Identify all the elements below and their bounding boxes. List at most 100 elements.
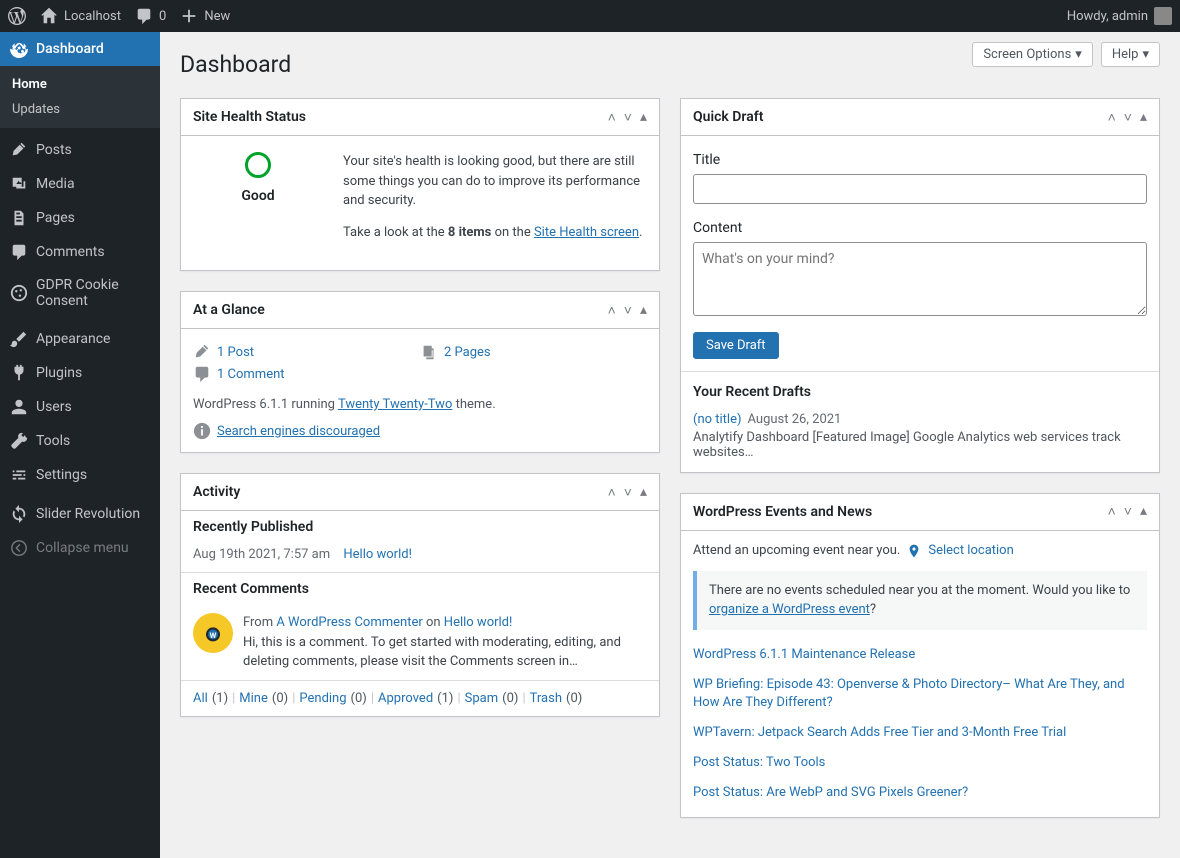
pages-link[interactable]: 2 Pages xyxy=(444,345,491,360)
move-down-icon[interactable]: ˅ xyxy=(624,302,632,319)
site-name-link[interactable]: Localhost xyxy=(40,7,121,25)
theme-link[interactable]: Twenty Twenty-Two xyxy=(338,397,452,412)
draft-title-input[interactable] xyxy=(693,174,1147,204)
admin-bar: Localhost 0 New Howdy, admin xyxy=(0,0,1180,32)
filter-mine[interactable]: Mine xyxy=(239,691,268,706)
move-up-icon[interactable]: ˄ xyxy=(608,302,616,319)
search-engines-link[interactable]: Search engines discouraged xyxy=(217,424,380,439)
sidebar-sub-updates[interactable]: Updates xyxy=(0,97,160,122)
publish-date: Aug 19th 2021, 7:57 am xyxy=(193,547,330,562)
draft-content-textarea[interactable] xyxy=(693,242,1147,316)
svg-text:W: W xyxy=(210,631,217,640)
filter-approved[interactable]: Approved xyxy=(378,691,433,706)
box-title: Activity xyxy=(193,474,240,510)
sidebar-item-dashboard[interactable]: Dashboard xyxy=(0,32,160,66)
move-up-icon[interactable]: ˄ xyxy=(1108,503,1116,520)
health-indicator: Good xyxy=(193,152,323,204)
sidebar-label: Media xyxy=(36,176,75,192)
site-health-link[interactable]: Site Health screen xyxy=(534,225,639,240)
pin-icon xyxy=(193,343,211,361)
toggle-icon[interactable]: ▴ xyxy=(640,484,647,501)
organize-event-link[interactable]: organize a WordPress event xyxy=(709,602,870,617)
new-content-link[interactable]: New xyxy=(180,7,230,25)
draft-title-link[interactable]: (no title) xyxy=(693,412,742,427)
sidebar-label: Plugins xyxy=(36,365,82,381)
howdy-account[interactable]: Howdy, admin xyxy=(1067,7,1172,25)
news-link[interactable]: Post Status: Are WebP and SVG Pixels Gre… xyxy=(693,785,968,800)
quick-draft-box: Quick Draft ˄ ˅ ▴ Title Content Save Dra… xyxy=(680,98,1160,473)
comment-filters: All (1) | Mine (0) | Pending (0) | Appro… xyxy=(181,680,659,716)
brush-icon xyxy=(10,330,28,348)
sidebar-item-comments[interactable]: Comments xyxy=(0,235,160,269)
comment-icon xyxy=(193,365,211,383)
move-up-icon[interactable]: ˄ xyxy=(608,484,616,501)
box-title: WordPress Events and News xyxy=(693,494,872,530)
sliders-icon xyxy=(10,466,28,484)
admin-sidebar: Dashboard Home Updates Posts Media Pages… xyxy=(0,32,160,858)
title-label: Title xyxy=(693,152,1147,168)
comment-icon xyxy=(135,7,153,25)
posts-link[interactable]: 1 Post xyxy=(217,345,254,360)
toggle-icon[interactable]: ▴ xyxy=(640,109,647,126)
comment-avatar: W xyxy=(193,613,233,653)
sidebar-item-appearance[interactable]: Appearance xyxy=(0,322,160,356)
move-down-icon[interactable]: ˅ xyxy=(1124,503,1132,520)
comments-link[interactable]: 1 Comment xyxy=(217,367,285,382)
sidebar-item-gdpr[interactable]: GDPR Cookie Consent xyxy=(0,269,160,317)
sidebar-label: Pages xyxy=(36,210,75,226)
toggle-icon[interactable]: ▴ xyxy=(1140,109,1147,126)
move-down-icon[interactable]: ˅ xyxy=(624,484,632,501)
draft-excerpt: Analytify Dashboard [Featured Image] Goo… xyxy=(693,430,1147,460)
sidebar-item-posts[interactable]: Posts xyxy=(0,133,160,167)
sidebar-item-users[interactable]: Users xyxy=(0,390,160,424)
comment-author-link[interactable]: A WordPress Commenter xyxy=(276,615,422,630)
avatar xyxy=(1154,7,1172,25)
select-location-link[interactable]: Select location xyxy=(928,543,1013,558)
wp-logo[interactable] xyxy=(8,7,26,25)
published-item: Aug 19th 2021, 7:57 am Hello world! xyxy=(181,543,659,572)
health-status-label: Good xyxy=(193,188,323,204)
sidebar-sub-home[interactable]: Home xyxy=(0,72,160,97)
toggle-icon[interactable]: ▴ xyxy=(640,302,647,319)
filter-pending[interactable]: Pending xyxy=(299,691,346,706)
toggle-icon[interactable]: ▴ xyxy=(1140,503,1147,520)
move-up-icon[interactable]: ˄ xyxy=(1108,109,1116,126)
move-up-icon[interactable]: ˄ xyxy=(608,109,616,126)
move-down-icon[interactable]: ˅ xyxy=(1124,109,1132,126)
sidebar-item-slider[interactable]: Slider Revolution xyxy=(0,497,160,531)
published-post-link[interactable]: Hello world! xyxy=(343,547,412,562)
caret-down-icon: ▾ xyxy=(1142,47,1149,62)
sidebar-submenu-dashboard: Home Updates xyxy=(0,66,160,128)
sidebar-item-plugins[interactable]: Plugins xyxy=(0,356,160,390)
news-list: WordPress 6.1.1 Maintenance Release WP B… xyxy=(681,640,1159,817)
news-link[interactable]: WP Briefing: Episode 43: Openverse & Pho… xyxy=(693,677,1125,710)
sidebar-item-media[interactable]: Media xyxy=(0,167,160,201)
main-content: Dashboard Screen Options ▾ Help ▾ Site H… xyxy=(160,32,1180,858)
save-draft-button[interactable]: Save Draft xyxy=(693,332,779,359)
plug-icon xyxy=(10,364,28,382)
sidebar-item-pages[interactable]: Pages xyxy=(0,201,160,235)
comment-post-link[interactable]: Hello world! xyxy=(444,615,513,630)
help-button[interactable]: Help ▾ xyxy=(1101,42,1160,67)
events-news-box: WordPress Events and News ˄ ˅ ▴ Attend a… xyxy=(680,493,1160,818)
filter-trash[interactable]: Trash xyxy=(530,691,562,706)
news-link[interactable]: WordPress 6.1.1 Maintenance Release xyxy=(693,647,915,662)
sidebar-item-settings[interactable]: Settings xyxy=(0,458,160,492)
pin-icon xyxy=(10,141,28,159)
wapuu-icon: W xyxy=(199,619,227,647)
news-link[interactable]: Post Status: Two Tools xyxy=(693,755,825,770)
dashboard-icon xyxy=(10,40,28,58)
sidebar-label: Posts xyxy=(36,142,72,158)
screen-options-button[interactable]: Screen Options ▾ xyxy=(972,42,1093,67)
news-link[interactable]: WPTavern: Jetpack Search Adds Free Tier … xyxy=(693,725,1066,740)
filter-all[interactable]: All xyxy=(193,691,208,706)
sidebar-item-tools[interactable]: Tools xyxy=(0,424,160,458)
comments-bubble[interactable]: 0 xyxy=(135,7,166,25)
comment-count: 0 xyxy=(159,9,166,24)
cookie-icon xyxy=(10,284,28,302)
new-label: New xyxy=(204,9,230,24)
move-down-icon[interactable]: ˅ xyxy=(624,109,632,126)
howdy-text: Howdy, admin xyxy=(1067,9,1148,24)
sidebar-item-collapse[interactable]: Collapse menu xyxy=(0,531,160,565)
filter-spam[interactable]: Spam xyxy=(465,691,499,706)
